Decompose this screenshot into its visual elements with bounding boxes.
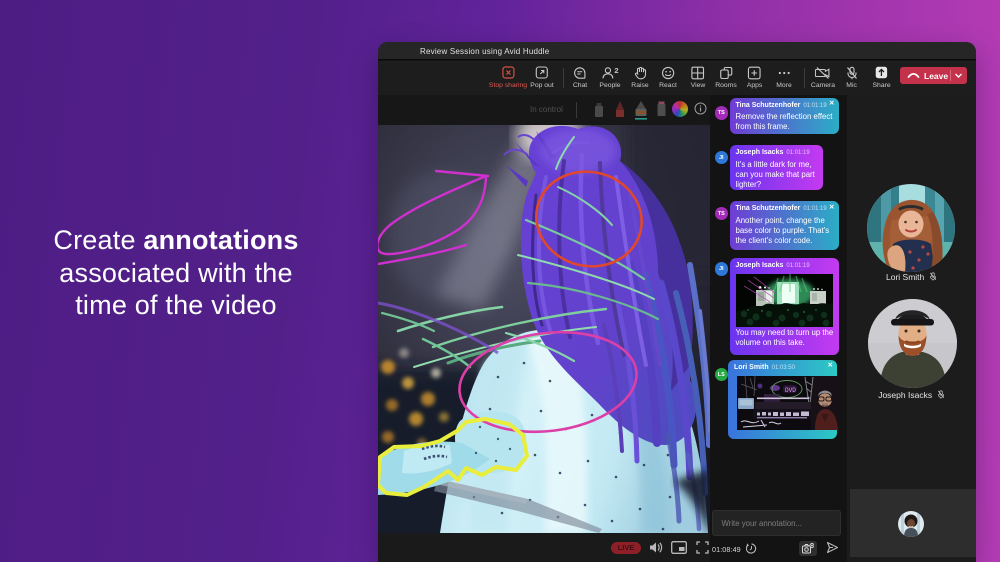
svg-text:DVD: DVD <box>785 387 796 394</box>
svg-text:2: 2 <box>614 66 618 75</box>
